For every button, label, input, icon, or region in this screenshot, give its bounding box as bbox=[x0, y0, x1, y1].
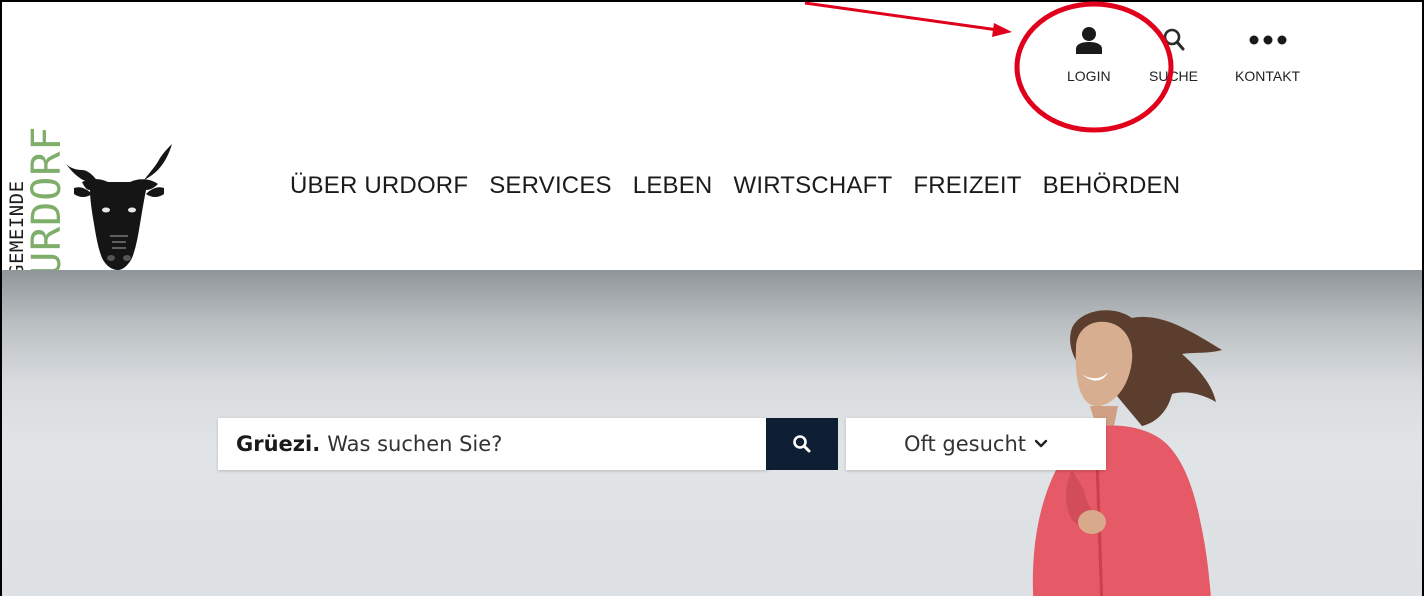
site-logo[interactable]: GEMEINDE URDORF bbox=[2, 32, 182, 276]
user-icon bbox=[1075, 26, 1102, 54]
often-searched-dropdown[interactable]: Oft gesucht bbox=[846, 418, 1106, 470]
utility-login[interactable]: LOGIN bbox=[1067, 26, 1111, 84]
nav-item-freizeit[interactable]: FREIZEIT bbox=[913, 172, 1021, 200]
utility-login-label: LOGIN bbox=[1067, 68, 1111, 84]
nav-item-wirtschaft[interactable]: WIRTSCHAFT bbox=[733, 172, 892, 200]
often-searched-label: Oft gesucht bbox=[903, 432, 1027, 456]
hero-search-button[interactable] bbox=[766, 418, 838, 470]
main-navigation: ÜBER URDORF SERVICES LEBEN WIRTSCHAFT FR… bbox=[290, 172, 1201, 200]
nav-item-ueber-urdorf[interactable]: ÜBER URDORF bbox=[290, 172, 468, 200]
nav-item-behoerden[interactable]: BEHÖRDEN bbox=[1043, 172, 1181, 200]
utility-contact-label: KONTAKT bbox=[1235, 68, 1301, 84]
hero-section: Grüezi. Was suchen Sie? Oft gesucht bbox=[2, 270, 1422, 596]
hero-search-input[interactable]: Grüezi. Was suchen Sie? bbox=[218, 418, 768, 470]
search-placeholder: Was suchen Sie? bbox=[327, 432, 503, 456]
logo-wordmark: GEMEINDE URDORF bbox=[6, 126, 70, 277]
search-greeting: Grüezi. bbox=[236, 432, 321, 456]
utility-search-label: SUCHE bbox=[1149, 68, 1199, 84]
site-header: GEMEINDE URDORF LOGIN SUCHE KONTAKT ÜBER… bbox=[2, 2, 1422, 276]
search-icon bbox=[793, 435, 811, 453]
nav-item-services[interactable]: SERVICES bbox=[489, 172, 612, 200]
search-icon bbox=[1162, 26, 1186, 54]
utility-search[interactable]: SUCHE bbox=[1149, 26, 1198, 84]
bull-head-icon bbox=[66, 144, 172, 270]
utility-contact[interactable]: KONTAKT bbox=[1235, 26, 1300, 84]
nav-item-leben[interactable]: LEBEN bbox=[633, 172, 713, 200]
ellipsis-icon bbox=[1248, 26, 1288, 54]
chevron-down-icon bbox=[1034, 439, 1048, 449]
